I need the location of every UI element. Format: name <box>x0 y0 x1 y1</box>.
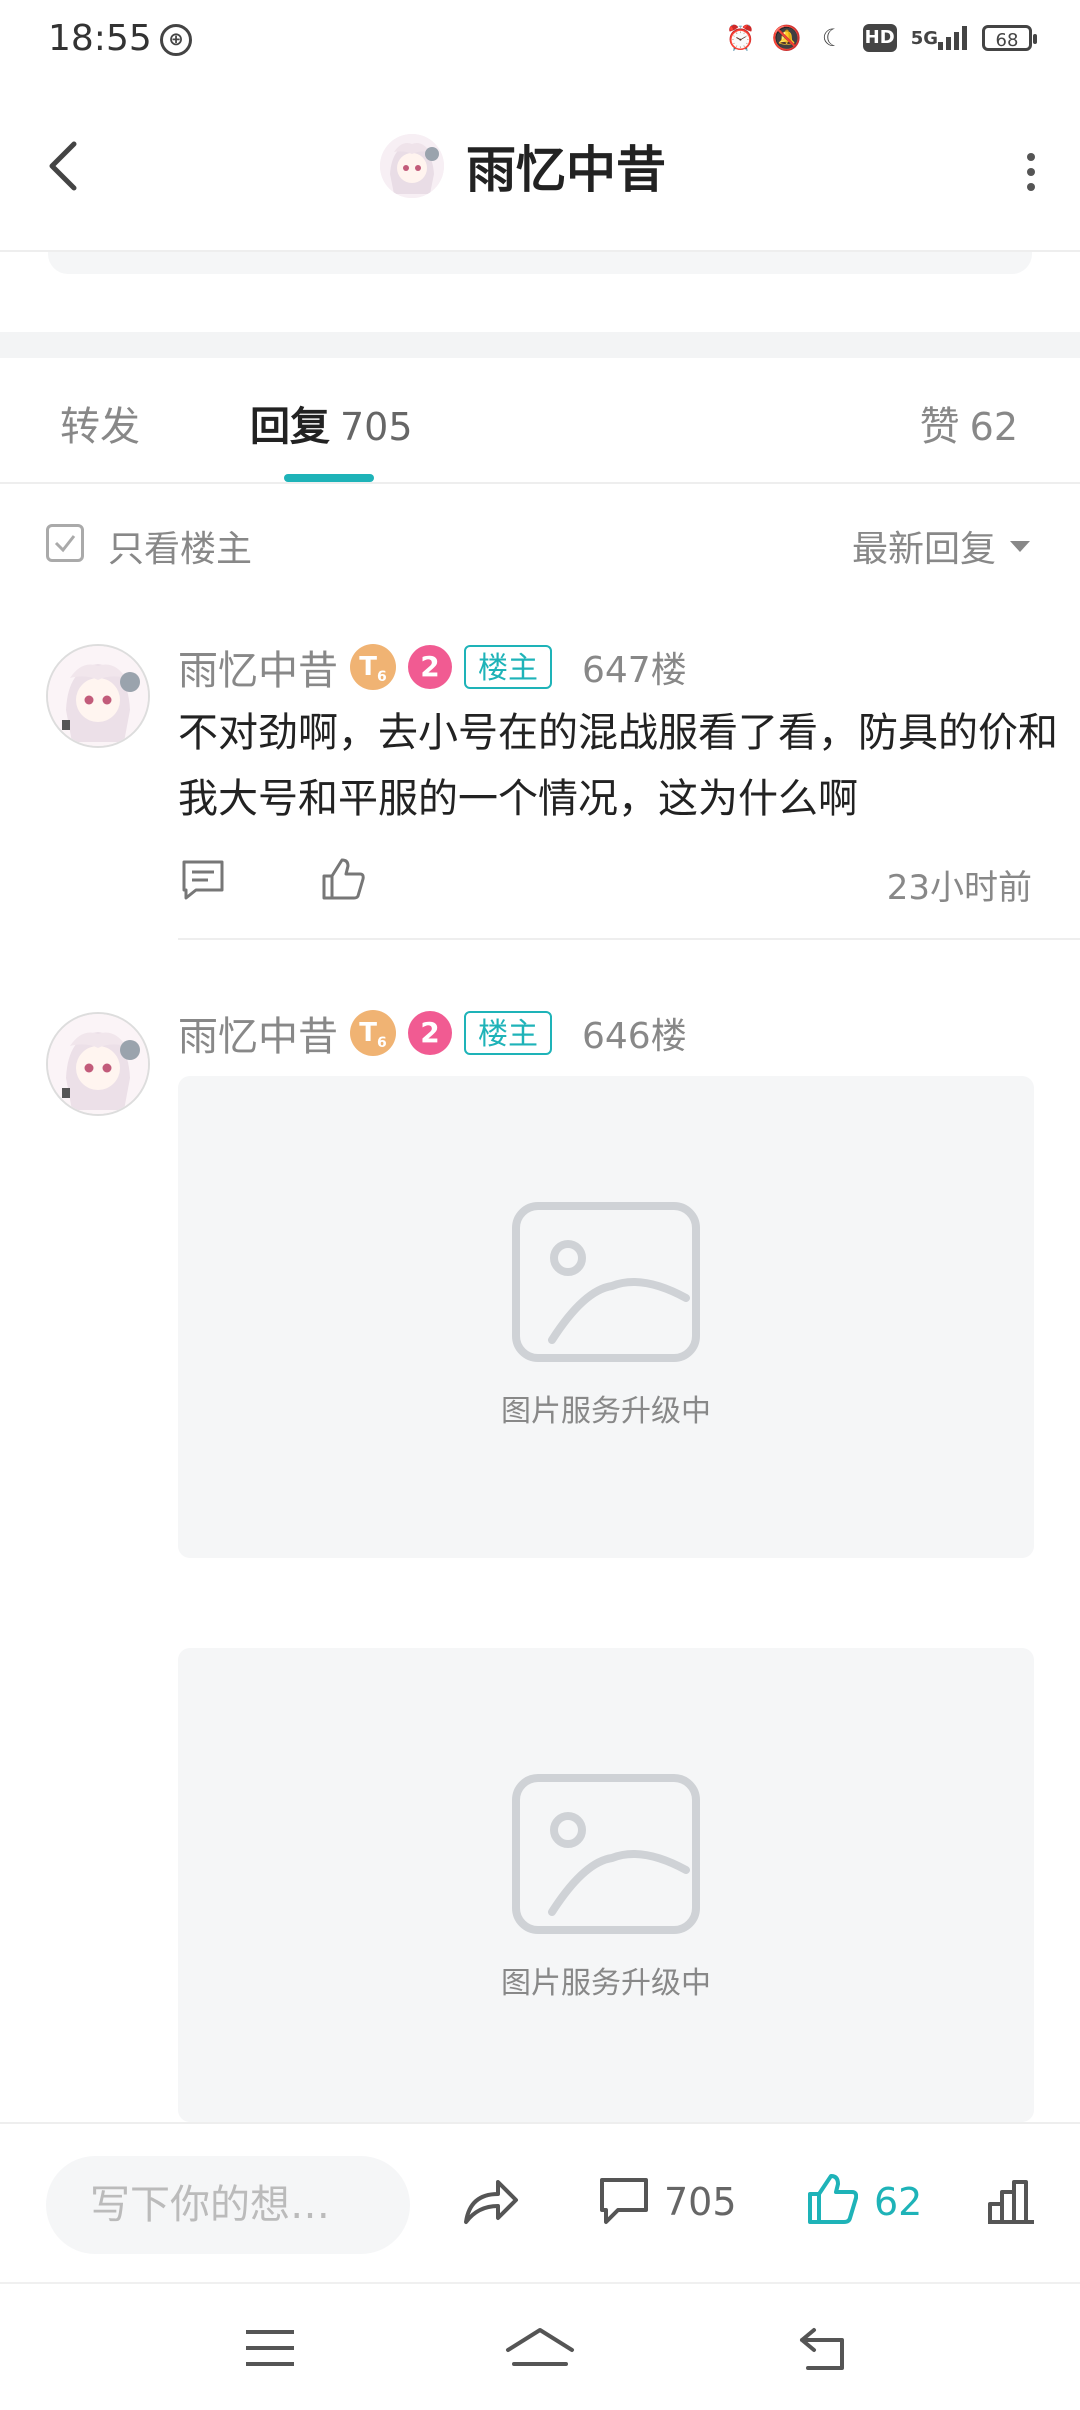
more-vertical-icon <box>1027 153 1035 191</box>
tab-forward[interactable]: 转发 <box>60 394 140 452</box>
comment-count-button[interactable] <box>598 2176 650 2230</box>
bottom-action-bar: 写下你的想… 705 62 <box>0 2122 1080 2284</box>
only-host-label[interactable]: 只看楼主 <box>108 520 252 572</box>
check-icon <box>54 535 76 553</box>
page-title: 雨忆中昔 <box>466 141 666 199</box>
tab-reply-count: 705 <box>340 405 413 449</box>
sort-label: 最新回复 <box>851 529 996 570</box>
tab-like-count: 62 <box>969 405 1018 449</box>
tab-like[interactable]: 赞 62 <box>920 394 1018 452</box>
post-content: 不对劲啊，去小号在的混战服看了看，防具的价和我大号和平服的一个情况，这为什么啊 <box>178 710 1058 822</box>
floor-number: 646楼 <box>582 1016 687 1057</box>
host-tag: 楼主 <box>464 645 552 689</box>
reply-input[interactable]: 写下你的想… <box>46 2156 410 2254</box>
status-icons: ⏰ 🔕 ☾ HD 5G 68 <box>725 22 1037 54</box>
post-avatar[interactable] <box>46 644 150 748</box>
network-label: 5G <box>910 27 938 49</box>
post-image[interactable]: 图片服务升级中 <box>178 1076 1034 1558</box>
rank-badge-icon: 2 <box>408 645 452 689</box>
home-nav-button[interactable] <box>504 2324 576 2376</box>
thumbs-up-icon <box>322 858 365 900</box>
menu-icon <box>246 2330 294 2366</box>
level-badge-number: 6 <box>377 669 387 686</box>
previous-card-edge <box>48 252 1032 274</box>
notification-icon: ⊕ <box>160 24 192 56</box>
post-image[interactable]: 图片服务升级中 <box>178 1648 1034 2122</box>
anime-avatar-icon <box>48 646 148 746</box>
post-header: 雨忆中昔 T6 2 楼主 646楼 <box>178 1004 687 1062</box>
comment-icon <box>182 860 224 900</box>
status-bar: 18:55 ⊕ ⏰ 🔕 ☾ HD 5G 68 <box>0 0 1080 84</box>
level-badge-icon: T6 <box>350 644 396 690</box>
tab-active-indicator <box>284 474 374 482</box>
image-placeholder-icon <box>512 1202 700 1362</box>
bar-chart-icon <box>988 2180 1034 2224</box>
like-count-button[interactable] <box>806 2172 859 2230</box>
like-count: 62 <box>874 2180 923 2224</box>
battery-icon: 68 <box>982 25 1037 51</box>
thumbs-up-icon <box>808 2174 859 2224</box>
tab-like-label: 赞 <box>919 404 960 450</box>
comment-icon <box>600 2178 648 2224</box>
system-nav-bar <box>0 2282 1080 2410</box>
section-gap <box>0 332 1080 358</box>
like-button[interactable] <box>320 856 368 906</box>
image-caption: 图片服务升级中 <box>501 1966 711 2001</box>
level-badge-letter: T <box>359 1018 377 1048</box>
menu-nav-button[interactable] <box>244 2328 296 2372</box>
return-icon <box>800 2328 844 2370</box>
post-header: 雨忆中昔 T6 2 楼主 647楼 <box>178 638 687 696</box>
image-caption: 图片服务升级中 <box>501 1394 711 1429</box>
share-button[interactable] <box>462 2176 520 2230</box>
image-placeholder-icon <box>512 1774 700 1934</box>
stats-button[interactable] <box>986 2176 1038 2230</box>
back-button[interactable] <box>44 138 84 194</box>
host-tag: 楼主 <box>464 1011 552 1055</box>
mute-bell-icon: 🔕 <box>771 24 802 52</box>
level-badge-icon: T6 <box>350 1010 396 1056</box>
floor-number: 647楼 <box>582 650 687 691</box>
sort-dropdown[interactable]: 最新回复 <box>852 520 1030 572</box>
hd-icon: HD <box>862 24 897 52</box>
signal-bars-icon <box>938 26 967 50</box>
home-icon <box>506 2328 574 2366</box>
back-nav-button[interactable] <box>796 2324 848 2376</box>
post-time: 23小时前 <box>886 868 1032 908</box>
tabs-divider <box>0 482 1080 484</box>
post-username[interactable]: 雨忆中昔 <box>178 638 338 696</box>
back-arrow-icon <box>49 141 77 191</box>
level-badge-letter: T <box>359 652 377 682</box>
signal-icon: 5G <box>911 22 968 54</box>
rank-badge-icon: 2 <box>408 1011 452 1055</box>
share-arrow-icon <box>464 2180 518 2224</box>
post-avatar[interactable] <box>46 1012 150 1116</box>
battery-level: 68 <box>995 30 1019 51</box>
moon-icon: ☾ <box>821 24 844 52</box>
tab-reply-label: 回复 <box>250 404 330 450</box>
only-host-checkbox[interactable] <box>46 524 84 562</box>
post-divider <box>178 938 1080 940</box>
anime-avatar-icon <box>48 1014 148 1114</box>
tab-reply[interactable]: 回复 705 <box>250 394 413 452</box>
top-header: 雨忆中昔 <box>0 84 1080 250</box>
alarm-icon: ⏰ <box>725 24 756 52</box>
more-menu-button[interactable] <box>1026 152 1036 192</box>
title-avatar[interactable] <box>380 134 444 198</box>
post-username[interactable]: 雨忆中昔 <box>178 1004 338 1062</box>
anime-avatar-icon <box>380 134 444 198</box>
status-time: 18:55 <box>48 18 152 59</box>
caret-down-icon <box>1010 540 1030 552</box>
comment-button[interactable] <box>180 858 228 906</box>
comment-count: 705 <box>664 2180 737 2224</box>
level-badge-number: 6 <box>377 1035 387 1052</box>
